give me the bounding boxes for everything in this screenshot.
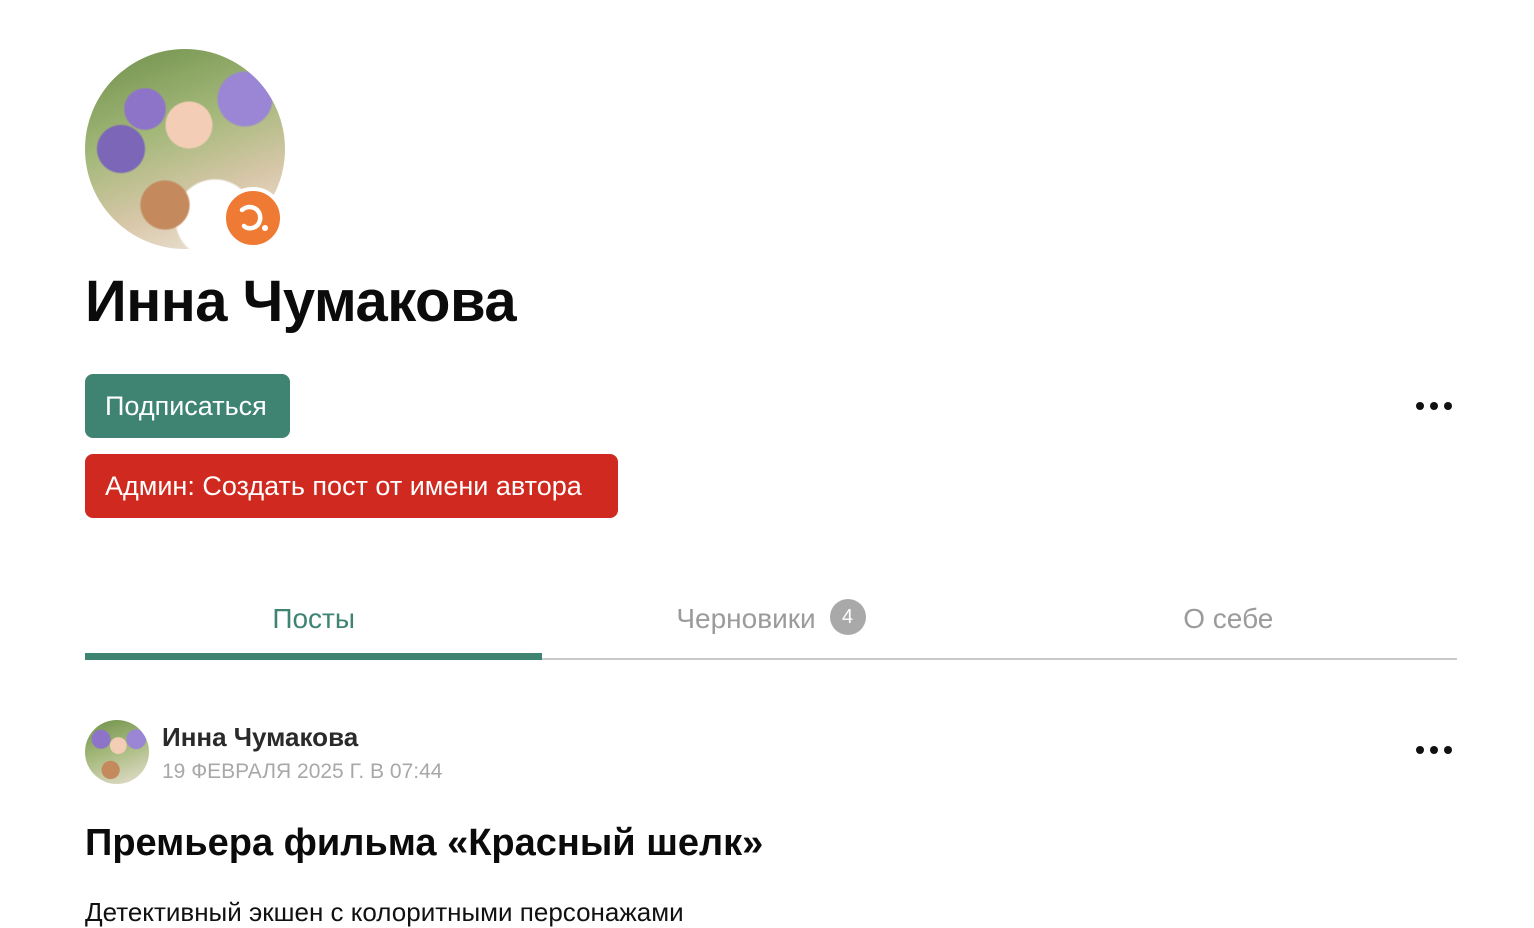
tab-drafts-label: Черновики [676,603,816,634]
post-more-icon[interactable] [1416,740,1452,760]
profile-page: Инна Чумакова Подписаться Админ: Создать… [0,0,1534,928]
dot-icon [1444,402,1452,410]
post-author-avatar[interactable] [85,720,149,784]
profile-name: Инна Чумакова [85,269,517,334]
author-badge-icon [222,187,284,249]
dot-icon [1430,746,1438,754]
tab-about[interactable]: О себе [1000,590,1457,658]
tab-about-label: О себе [1183,603,1274,634]
dot-icon [1430,402,1438,410]
profile-avatar-container [85,49,285,249]
tab-posts-label: Посты [272,603,355,634]
subscribe-button[interactable]: Подписаться [85,374,290,438]
dot-icon [1416,402,1424,410]
post-author-name[interactable]: Инна Чумакова [162,722,358,753]
profile-tabs: Посты Черновики 4 О себе [85,590,1457,660]
post-date: 19 ФЕВРАЛЯ 2025 Г. В 07:44 [162,760,443,783]
admin-create-post-button[interactable]: Админ: Создать пост от имени автора [85,454,618,518]
post-subtitle: Детективный экшен с колоритными персонаж… [85,897,684,927]
post-title[interactable]: Премьера фильма «Красный шелк» [85,822,763,865]
profile-more-icon[interactable] [1416,396,1452,416]
drafts-count-badge: 4 [829,599,866,635]
tab-posts[interactable]: Посты [85,590,543,660]
tab-drafts[interactable]: Черновики 4 [542,590,999,658]
dot-icon [1444,746,1452,754]
dot-icon [1416,746,1424,754]
